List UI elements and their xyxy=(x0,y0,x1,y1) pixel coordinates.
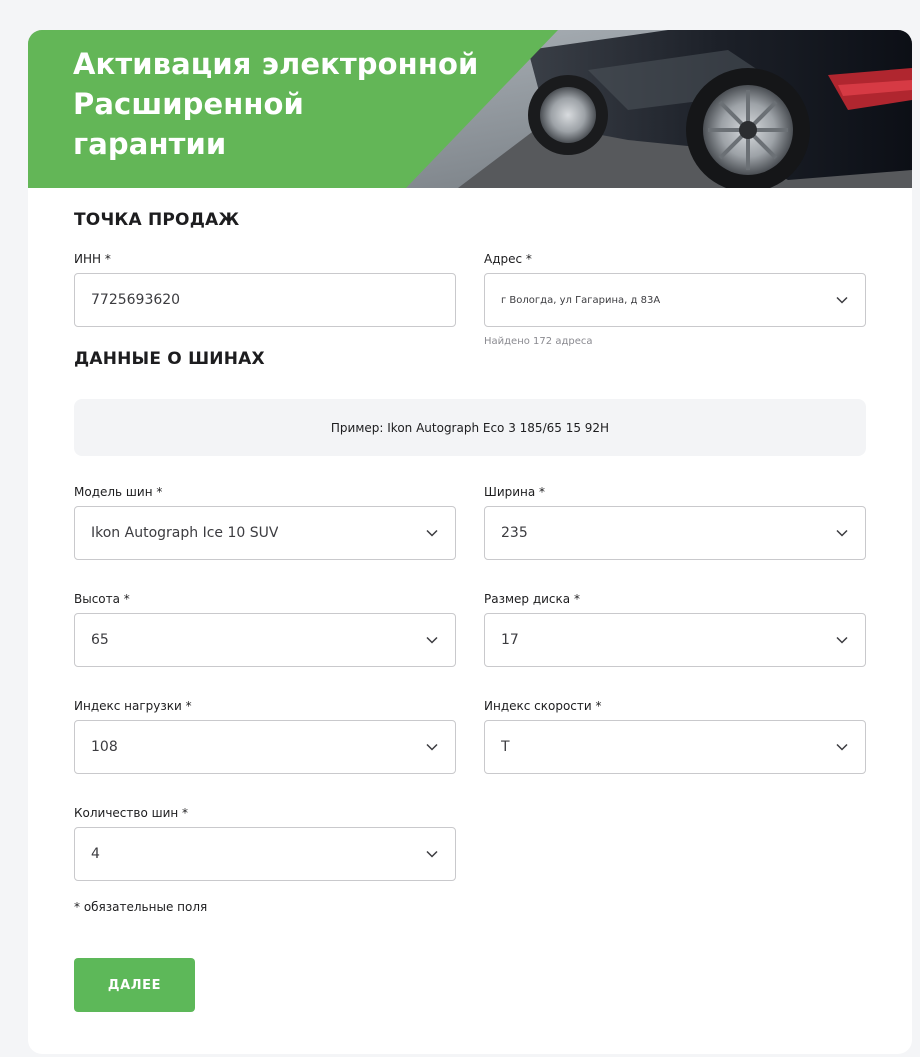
example-box: Пример: Ikon Autograph Eco 3 185/65 15 9… xyxy=(74,399,866,456)
rim-value: 17 xyxy=(501,632,519,648)
load-index-label: Индекс нагрузки * xyxy=(74,699,192,713)
height-select[interactable]: 65 xyxy=(74,613,456,667)
chevron-down-icon xyxy=(836,296,848,304)
speed-index-select[interactable]: T xyxy=(484,720,866,774)
section-title-tires: ДАННЫЕ О ШИНАХ xyxy=(74,349,265,369)
inn-value: 7725693620 xyxy=(91,292,181,308)
quantity-value: 4 xyxy=(91,846,100,862)
model-select[interactable]: Ikon Autograph Ice 10 SUV xyxy=(74,506,456,560)
width-select[interactable]: 235 xyxy=(484,506,866,560)
chevron-down-icon xyxy=(426,850,438,858)
width-value: 235 xyxy=(501,525,528,541)
load-index-select[interactable]: 108 xyxy=(74,720,456,774)
quantity-label: Количество шин * xyxy=(74,806,189,820)
address-label: Адрес * xyxy=(484,252,532,266)
width-label: Ширина * xyxy=(484,485,546,499)
rim-select[interactable]: 17 xyxy=(484,613,866,667)
model-value: Ikon Autograph Ice 10 SUV xyxy=(91,525,279,541)
inn-input[interactable]: 7725693620 xyxy=(74,273,456,327)
chevron-down-icon xyxy=(836,529,848,537)
chevron-down-icon xyxy=(426,636,438,644)
speed-index-label: Индекс скорости * xyxy=(484,699,602,713)
hero-banner: Активация электронной Расширенной гарант… xyxy=(28,30,912,188)
example-text: Пример: Ikon Autograph Eco 3 185/65 15 9… xyxy=(330,420,610,435)
load-index-value: 108 xyxy=(91,739,118,755)
chevron-down-icon xyxy=(426,743,438,751)
rim-label: Размер диска * xyxy=(484,592,580,606)
address-found-hint: Найдено 172 адреса xyxy=(484,336,593,347)
height-label: Высота * xyxy=(74,592,130,606)
page-title: Активация электронной Расширенной гарант… xyxy=(73,47,479,161)
chevron-down-icon xyxy=(836,743,848,751)
address-select[interactable]: г Вологда, ул Гагарина, д 83А xyxy=(484,273,866,327)
inn-label: ИНН * xyxy=(74,252,111,266)
speed-index-value: T xyxy=(501,739,510,755)
required-fields-note: * обязательные поля xyxy=(74,900,208,914)
height-value: 65 xyxy=(91,632,109,648)
quantity-select[interactable]: 4 xyxy=(74,827,456,881)
chevron-down-icon xyxy=(426,529,438,537)
next-button[interactable]: ДАЛЕЕ xyxy=(74,958,195,1012)
model-label: Модель шин * xyxy=(74,485,163,499)
address-value: г Вологда, ул Гагарина, д 83А xyxy=(501,294,661,306)
section-title-sale-point: ТОЧКА ПРОДАЖ xyxy=(74,210,240,230)
chevron-down-icon xyxy=(836,636,848,644)
activation-form-card: Активация электронной Расширенной гарант… xyxy=(28,30,912,1054)
